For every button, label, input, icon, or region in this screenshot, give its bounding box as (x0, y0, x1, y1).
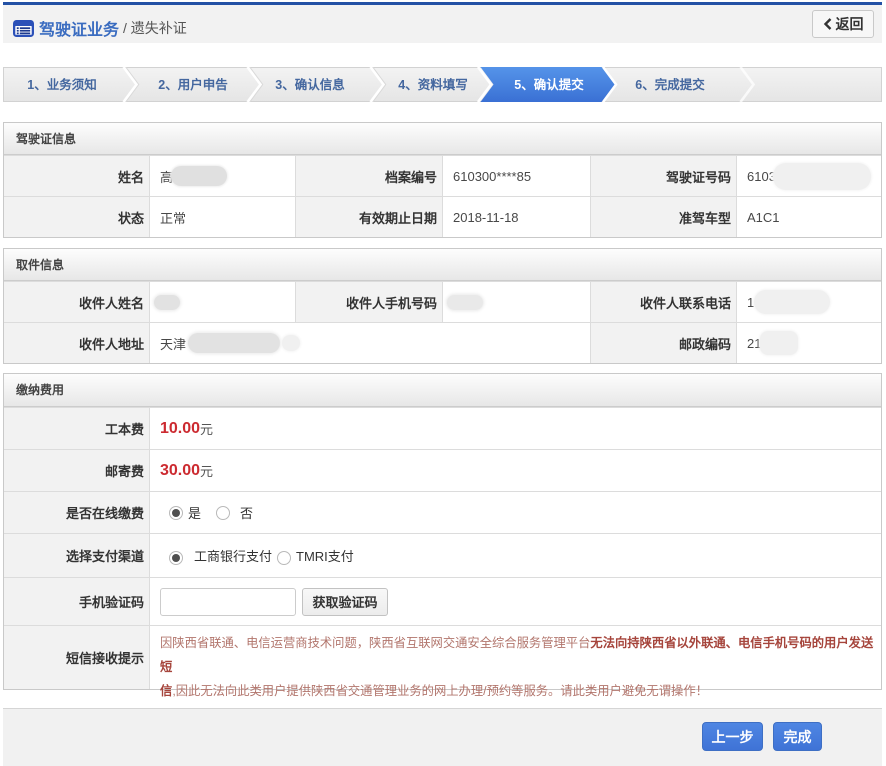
svg-text:3、确认信息: 3、确认信息 (275, 77, 345, 92)
svg-text:6、完成提交: 6、完成提交 (635, 77, 705, 92)
svg-text:1、业务须知: 1、业务须知 (27, 77, 96, 92)
svg-text:5、确认提交: 5、确认提交 (514, 77, 584, 92)
svg-text:4、资料填写: 4、资料填写 (398, 77, 467, 92)
svg-text:2、用户申告: 2、用户申告 (158, 77, 228, 92)
